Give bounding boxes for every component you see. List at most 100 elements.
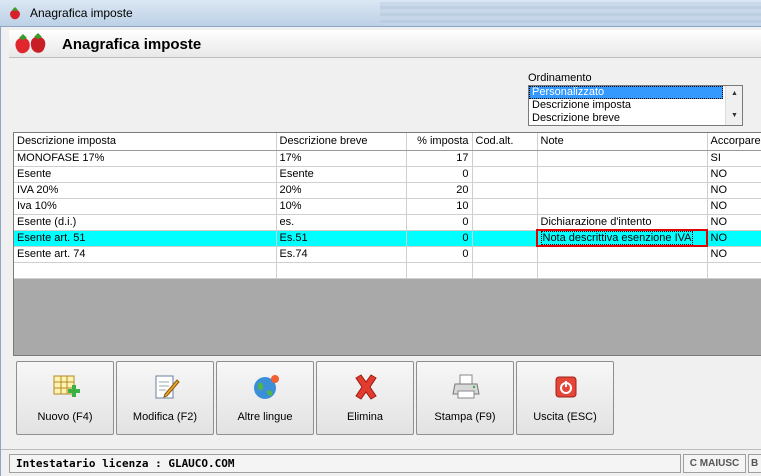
license-status: Intestatario licenza : GLAUCO.COM [9, 454, 681, 473]
table-cell[interactable] [472, 182, 538, 199]
column-header[interactable]: Cod.alt. [472, 133, 538, 151]
table-cell[interactable] [14, 262, 277, 279]
exit-power-icon [555, 376, 577, 398]
print-button[interactable]: Stampa (F9) [416, 361, 514, 435]
new-button[interactable]: Nuovo (F4) [16, 361, 114, 435]
table-row[interactable]: Esente art. 51 Es.51 0 Nota descrittiva ese… [14, 229, 761, 247]
delete-x-icon [355, 374, 377, 400]
strawberries-logo-icon [15, 33, 46, 54]
table-cell[interactable]: SI [707, 150, 761, 167]
table-cell[interactable]: 10% [276, 198, 407, 215]
table-cell[interactable]: 20 [406, 182, 473, 199]
taxes-grid[interactable]: Descrizione imposta Descrizione breve % … [13, 132, 761, 356]
table-cell[interactable]: 0 [406, 166, 473, 183]
delete-button-label: Elimina [346, 411, 384, 423]
table-row[interactable]: MONOFASE 17% 17% 17 SI [14, 150, 761, 167]
table-cell[interactable]: Esente (d.i.) [14, 214, 277, 231]
new-table-icon [53, 375, 80, 397]
ordering-label: Ordinamento [528, 72, 592, 84]
table-cell[interactable]: NO [707, 214, 761, 231]
table-cell[interactable] [537, 262, 708, 279]
other-languages-button[interactable]: Altre lingue [216, 361, 314, 435]
new-button-label: Nuovo (F4) [37, 411, 93, 423]
table-cell[interactable] [406, 262, 473, 279]
ordering-option[interactable]: Descrizione imposta [529, 99, 723, 112]
table-cell[interactable]: 17% [276, 150, 407, 167]
scroll-up-icon[interactable]: ▲ [731, 90, 738, 97]
table-cell[interactable]: NO [707, 182, 761, 199]
table-row[interactable]: IVA 20% 20% 20 NO [14, 182, 761, 199]
column-header[interactable]: Descrizione imposta [14, 133, 277, 151]
form-header: Anagrafica imposte [9, 30, 761, 58]
caps-lock-status: C MAIUSC [683, 454, 746, 473]
exit-button-label: Uscita (ESC) [533, 411, 597, 423]
note-cell-editing[interactable]: Nota descrittiva esenzione IVA [536, 229, 708, 247]
taxes-table: Descrizione imposta Descrizione breve % … [14, 133, 761, 279]
table-row[interactable]: Iva 10% 10% 10 NO [14, 198, 761, 215]
ordering-option[interactable]: Personalizzato [529, 86, 723, 99]
page-title: Anagrafica imposte [62, 36, 202, 53]
extra-status: B [748, 454, 761, 473]
table-cell[interactable]: Es.74 [276, 246, 407, 263]
table-cell[interactable] [472, 214, 538, 231]
table-row[interactable]: Esente (d.i.) es. 0 Dichiarazione d'intento… [14, 214, 761, 231]
window-title: Anagrafica imposte [30, 6, 133, 20]
empty-row[interactable] [14, 262, 761, 279]
table-cell[interactable]: 0 [406, 246, 473, 263]
table-cell[interactable] [707, 262, 761, 279]
ordering-listbox[interactable]: Personalizzato Descrizione imposta Descr… [528, 85, 743, 126]
table-cell[interactable]: MONOFASE 17% [14, 150, 277, 167]
column-header[interactable]: Accorpare [707, 133, 761, 151]
table-cell[interactable]: Dichiarazione d'intento [537, 214, 708, 231]
table-cell[interactable]: 17 [406, 150, 473, 167]
table-cell[interactable] [537, 150, 708, 167]
main-window: Anagrafica imposte Ordinamento Personali… [0, 27, 761, 476]
table-cell[interactable] [472, 246, 538, 263]
table-cell[interactable]: 0 [406, 230, 473, 247]
column-header[interactable]: % imposta [406, 133, 473, 151]
table-cell[interactable]: 10 [406, 198, 473, 215]
scroll-down-icon[interactable]: ▼ [731, 112, 738, 119]
title-bar: Anagrafica imposte [0, 0, 761, 27]
ordering-group: Ordinamento Personalizzato Descrizione i… [516, 72, 746, 132]
table-cell[interactable] [276, 262, 407, 279]
edit-document-icon [155, 375, 180, 399]
table-cell[interactable]: NO [707, 166, 761, 183]
table-cell[interactable] [472, 230, 538, 247]
table-cell[interactable] [537, 198, 708, 215]
table-cell[interactable]: Esente art. 51 [14, 230, 277, 247]
note-cell-text[interactable]: Nota descrittiva esenzione IVA [540, 231, 694, 245]
column-header[interactable]: Note [537, 133, 708, 151]
other-languages-button-label: Altre lingue [237, 411, 293, 423]
edit-button[interactable]: Modifica (F2) [116, 361, 214, 435]
delete-button[interactable]: Elimina [316, 361, 414, 435]
exit-button[interactable]: Uscita (ESC) [516, 361, 614, 435]
table-cell[interactable] [472, 150, 538, 167]
table-cell[interactable]: NO [707, 230, 761, 247]
button-bar: Nuovo (F4) Modifica (F2) Altre lingue El… [1, 356, 761, 446]
table-cell[interactable]: Esente [14, 166, 277, 183]
table-cell[interactable] [537, 182, 708, 199]
table-cell[interactable]: es. [276, 214, 407, 231]
table-cell[interactable] [472, 198, 538, 215]
table-row[interactable]: Esente art. 74 Es.74 0 NO [14, 246, 761, 263]
table-cell[interactable] [537, 246, 708, 263]
ordering-option[interactable]: Descrizione breve [529, 112, 723, 125]
table-cell[interactable] [537, 166, 708, 183]
table-cell[interactable]: NO [707, 198, 761, 215]
table-cell[interactable]: NO [707, 246, 761, 263]
table-cell[interactable]: Esente [276, 166, 407, 183]
table-row[interactable]: Esente Esente 0 NO [14, 166, 761, 183]
globe-icon [254, 375, 279, 399]
table-cell[interactable] [472, 262, 538, 279]
table-cell[interactable]: 0 [406, 214, 473, 231]
table-cell[interactable] [472, 166, 538, 183]
status-bar: Intestatario licenza : GLAUCO.COM C MAIU… [1, 449, 761, 476]
table-cell[interactable]: Es.51 [276, 230, 407, 247]
column-header[interactable]: Descrizione breve [276, 133, 407, 151]
table-cell[interactable]: Esente art. 74 [14, 246, 277, 263]
table-cell[interactable]: Iva 10% [14, 198, 277, 215]
table-cell[interactable]: IVA 20% [14, 182, 277, 199]
ordering-scrollbar[interactable]: ▲ ▼ [725, 86, 742, 125]
table-cell[interactable]: 20% [276, 182, 407, 199]
